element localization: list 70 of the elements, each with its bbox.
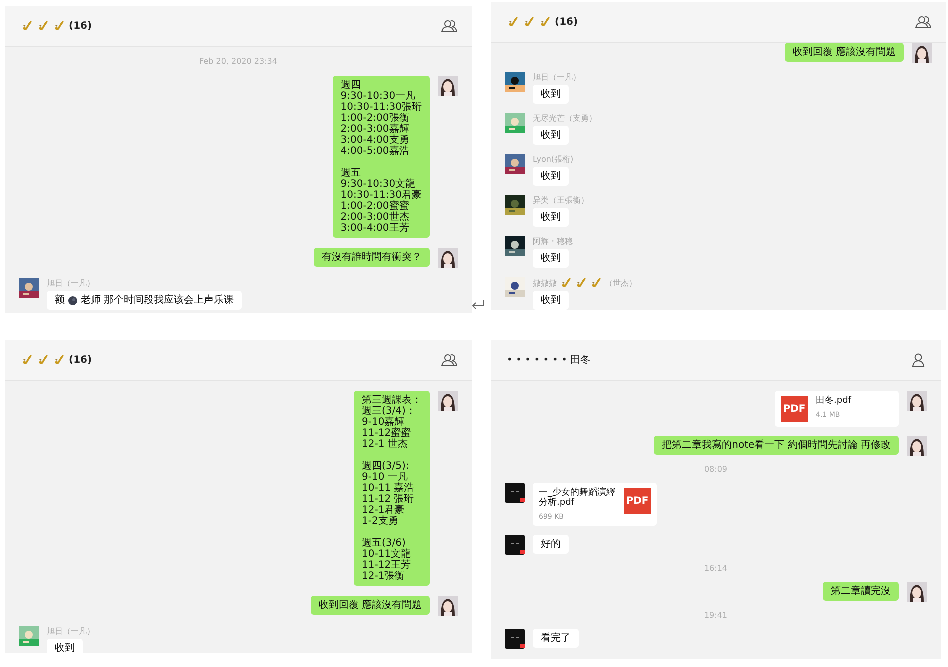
schedule-line: 4:00-5:00嘉浩 [340, 146, 410, 157]
sender-name: 阿辉・稳稳 [533, 236, 573, 247]
sender-name: 旭日（一凡） [47, 626, 95, 637]
sender-name: 异类（王張衡） [533, 195, 589, 206]
schedule-line: 12-1 世杰 [362, 439, 409, 450]
timestamp: Feb 20, 2020 23:34 [200, 57, 278, 66]
file-name: 田冬.pdf [816, 396, 852, 406]
chat-title: (16) [69, 20, 92, 32]
schedule-line: 1-2支勇 [362, 516, 400, 527]
group-members-icon[interactable] [441, 353, 458, 367]
sender-name: （世杰） [605, 278, 637, 288]
schedule-line: 週四 [340, 80, 362, 91]
schedule-line: 週五(3/6) [362, 538, 406, 549]
message-bubble: 收到 [47, 639, 83, 653]
sender-name: 旭日（一凡） [533, 72, 581, 83]
return-arrow-icon [470, 299, 486, 311]
sender-name: Lyon(張桁) [533, 154, 574, 165]
schedule-line: 第三週課表： [362, 395, 422, 406]
schedule-line: 9:30-10:30文龍 [340, 179, 416, 190]
schedule-line: 3:00-4:00王芳 [340, 223, 410, 234]
schedule-line: 10:30-11:30張珩 [340, 102, 422, 113]
schedule-line: 10-11文龍 [362, 549, 412, 560]
schedule-line: 10:30-11:30君豪 [340, 190, 422, 201]
message-bubble: 把第二章我寫的note看一下 約個時間先討論 再修改 [654, 436, 899, 455]
schedule-line: 12-1君豪 [362, 505, 406, 516]
message-bubble: 收到回覆 應該沒有問題 [310, 596, 430, 615]
message-bubble: 额 老师 那个时间段我应该会上声乐课 [47, 291, 242, 310]
pdf-badge: PDF [624, 488, 651, 514]
group-members-icon[interactable] [441, 19, 458, 33]
timestamp: 19:41 [704, 611, 728, 620]
file-name: 一_少女的舞蹈演繹分析.pdf [539, 488, 616, 508]
pdf-badge: PDF [781, 396, 808, 422]
chat-title: (16) [69, 354, 92, 366]
person-icon[interactable] [910, 353, 927, 367]
message-bubble: 第二章讀完沒 [823, 582, 899, 601]
sender-name: 无尽光芒（支勇） [533, 113, 597, 124]
message-bubble: 收到 [533, 126, 569, 145]
sender-name: 旭日（一凡） [47, 278, 95, 289]
schedule-line: 週四(3/5): [362, 461, 410, 472]
timestamp: 16:14 [704, 564, 728, 573]
schedule-line: 3:00-4:00支勇 [340, 135, 410, 146]
chat-title: (16) [555, 16, 578, 28]
schedule-line: 12-1張衡 [362, 571, 406, 582]
schedule-line: 2:00-3:00世杰 [340, 212, 410, 223]
schedule-line: 11-12蜜蜜 [362, 428, 412, 439]
message-bubble: 收到 [533, 291, 569, 310]
timestamp: 08:09 [704, 465, 728, 474]
schedule-line: 11-12 張珩 [362, 494, 416, 505]
sender-name: 撒撒撒 [533, 278, 557, 288]
schedule-line: 11-12王芳 [362, 560, 412, 571]
schedule-line: 週三(3/4)： [362, 406, 417, 417]
dark-circle-icon [68, 296, 78, 306]
schedule-line: 9-10嘉輝 [362, 417, 405, 428]
chat-title: • • • • • • • 田冬 [507, 354, 591, 367]
message-bubble: 收到 [533, 208, 569, 227]
message-bubble: 有沒有誰時間有衝突？ [314, 248, 430, 267]
message-bubble: 收到 [533, 85, 569, 104]
schedule-line: 2:00-3:00嘉輝 [340, 124, 410, 135]
message-bubble: 好的 [533, 535, 569, 554]
schedule-line: 9:30-10:30一凡 [340, 91, 417, 102]
schedule-line: 1:00-2:00蜜蜜 [340, 201, 410, 212]
group-members-icon[interactable] [915, 15, 932, 29]
schedule-line: 1:00-2:00張衡 [340, 113, 410, 124]
schedule-line: 10-11 嘉浩 [362, 483, 416, 494]
schedule-line: 週五 [340, 168, 362, 179]
message-bubble: 收到 [533, 249, 569, 268]
message-bubble: 收到 [533, 167, 569, 186]
message-bubble: 看完了 [533, 629, 579, 648]
message-bubble: 收到回覆 應該沒有問題 [784, 43, 904, 62]
schedule-line: 9-10 一凡 [362, 472, 408, 483]
